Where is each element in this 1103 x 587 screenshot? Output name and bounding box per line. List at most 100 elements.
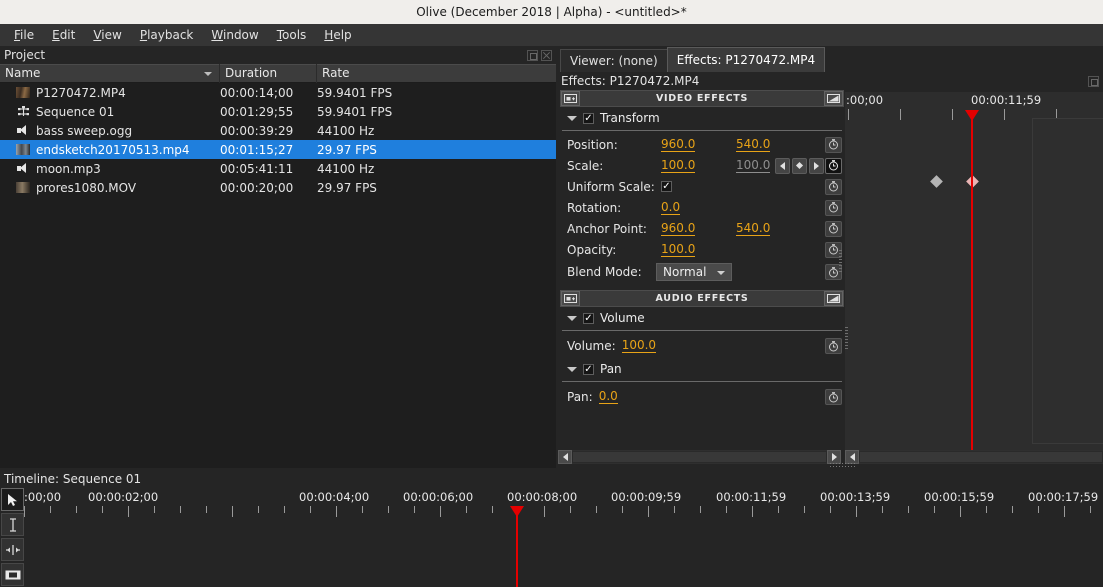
table-row[interactable]: prores1080.MOV 00:00:20;00 29.97 FPS — [0, 178, 556, 197]
volume-value[interactable]: 100.0 — [621, 339, 657, 353]
menu-playback[interactable]: Playback — [133, 26, 201, 45]
column-header-rate[interactable]: Rate — [317, 64, 556, 83]
slip-tool-icon[interactable] — [1, 563, 24, 586]
chevron-down-icon[interactable] — [567, 115, 577, 121]
scroll-left-icon[interactable] — [558, 450, 572, 464]
timeline-tick — [76, 506, 77, 513]
menu-window[interactable]: Window — [204, 26, 265, 45]
table-row[interactable]: Sequence 01 00:01:29;55 59.9401 FPS — [0, 102, 556, 121]
keyframe-timeline[interactable]: :00;00 00:00:11;59 — [845, 92, 1103, 454]
close-panel-icon[interactable] — [541, 49, 552, 61]
anchor-keyframe-stopwatch-icon[interactable] — [825, 220, 842, 237]
timeline-tick — [310, 506, 311, 513]
transform-enabled-checkbox[interactable]: ✓ — [583, 112, 594, 124]
effects-parameter-column: VIDEO EFFECTS ✓ Transform Position: 960.… — [560, 90, 844, 442]
pan-effect-header[interactable]: ✓ Pan — [560, 358, 844, 380]
column-header-duration[interactable]: Duration — [220, 64, 317, 83]
timeline-tick — [1012, 506, 1013, 513]
volume-effect-label: Volume — [600, 311, 645, 325]
position-keyframe-stopwatch-icon[interactable] — [825, 136, 842, 153]
uniform-scale-keyframe-stopwatch-icon[interactable] — [825, 178, 842, 195]
next-keyframe-icon[interactable] — [809, 157, 824, 174]
menu-help[interactable]: Help — [317, 26, 358, 45]
panel-resize-grip-horizontal[interactable] — [830, 463, 856, 467]
param-opacity: Opacity: 100.0 — [560, 239, 844, 260]
timeline-tick — [128, 506, 129, 517]
param-blend-mode: Blend Mode: Normal — [560, 260, 844, 284]
uniform-scale-checkbox[interactable]: ✓ — [661, 181, 672, 192]
window-title: Olive (December 2018 | Alpha) - <untitle… — [416, 5, 687, 19]
tab-viewer[interactable]: Viewer: (none) — [560, 49, 668, 72]
edit-text-tool-icon[interactable] — [1, 513, 24, 536]
timeline-tick — [284, 506, 285, 513]
volume-effect-header[interactable]: ✓ Volume — [560, 307, 844, 329]
add-keyframe-icon[interactable] — [792, 157, 807, 174]
tab-effects[interactable]: Effects: P1270472.MP4 — [666, 47, 826, 72]
table-row-selected[interactable]: endsketch20170513.mp4 00:01:15;27 29.97 … — [0, 140, 556, 159]
transform-effect-header[interactable]: ✓ Transform — [560, 107, 844, 129]
video-thumbnail-icon — [16, 182, 30, 193]
audio-effect-options-icon[interactable] — [824, 291, 843, 306]
float-panel-icon[interactable] — [527, 49, 538, 61]
timeline-tick — [362, 506, 363, 513]
video-effects-header: VIDEO EFFECTS — [560, 90, 844, 107]
pointer-tool-icon[interactable] — [1, 488, 24, 511]
previous-keyframe-icon[interactable] — [775, 157, 790, 174]
timeline-playhead[interactable] — [516, 514, 518, 587]
volume-enabled-checkbox[interactable]: ✓ — [583, 312, 594, 324]
chevron-down-icon[interactable] — [567, 366, 577, 372]
opacity-value[interactable]: 100.0 — [661, 242, 696, 257]
timeline-tick — [24, 506, 25, 517]
rotation-keyframe-stopwatch-icon[interactable] — [825, 199, 842, 216]
table-row[interactable]: P1270472.MP4 00:00:14;00 59.9401 FPS — [0, 83, 556, 102]
pan-enabled-checkbox[interactable]: ✓ — [583, 363, 594, 375]
timeline-tracks-area[interactable] — [24, 520, 1103, 587]
anchor-x-value[interactable]: 960.0 — [661, 221, 696, 236]
project-media-list[interactable]: P1270472.MP4 00:00:14;00 59.9401 FPS Seq… — [0, 83, 556, 468]
panel-resize-grip[interactable] — [845, 327, 848, 349]
table-row[interactable]: bass sweep.ogg 00:00:39:29 44100 Hz — [0, 121, 556, 140]
window-titlebar: Olive (December 2018 | Alpha) - <untitle… — [0, 0, 1103, 24]
pan-keyframe-stopwatch-icon[interactable] — [825, 389, 842, 405]
scroll-track[interactable] — [859, 451, 1103, 463]
position-y-value[interactable]: 540.0 — [736, 137, 771, 152]
table-row[interactable]: moon.mp3 00:05:41:11 44100 Hz — [0, 159, 556, 178]
blend-mode-dropdown[interactable]: Normal — [656, 263, 732, 281]
scroll-track[interactable] — [572, 451, 827, 463]
video-effect-options-icon[interactable] — [824, 91, 843, 106]
param-uniform-scale: Uniform Scale: ✓ — [560, 176, 844, 197]
menu-file[interactable]: File — [7, 26, 41, 45]
volume-keyframe-stopwatch-icon[interactable] — [825, 338, 842, 354]
timeline-tick — [466, 506, 467, 513]
keyframe-playhead[interactable] — [971, 118, 973, 454]
param-rotation: Rotation: 0.0 — [560, 197, 844, 218]
effects-hscrollbar[interactable] — [558, 450, 841, 464]
ripple-tool-icon[interactable] — [1, 538, 24, 561]
menu-edit[interactable]: Edit — [45, 26, 82, 45]
effects-panel-title: Effects: P1270472.MP4 — [556, 72, 1103, 90]
chevron-down-icon[interactable] — [567, 315, 577, 321]
add-video-effect-icon[interactable] — [561, 91, 580, 106]
anchor-y-value[interactable]: 540.0 — [736, 221, 771, 236]
add-audio-effect-icon[interactable] — [561, 291, 580, 306]
keyframe-clip-region[interactable] — [1032, 118, 1103, 444]
audio-speaker-icon — [16, 125, 30, 136]
keyframe-row-scale[interactable] — [845, 171, 1103, 192]
keyframe-hscrollbar[interactable] — [845, 450, 1103, 464]
position-x-value[interactable]: 960.0 — [661, 137, 696, 152]
float-panel-icon[interactable] — [1088, 75, 1099, 87]
scroll-right-icon[interactable] — [827, 450, 841, 464]
rotation-value[interactable]: 0.0 — [661, 200, 681, 215]
menu-tools[interactable]: Tools — [270, 26, 314, 45]
scale-keyframe-stopwatch-icon[interactable] — [825, 157, 842, 174]
video-thumbnail-icon — [16, 87, 30, 98]
scroll-left-icon[interactable] — [845, 450, 859, 464]
panel-resize-grip[interactable] — [839, 250, 842, 272]
timeline-ruler[interactable]: :00;00 00:00:02;00 00:00:04;00 00:00:06;… — [24, 488, 1103, 520]
keyframe-marker[interactable] — [930, 175, 943, 188]
scale-y-value[interactable]: 100.0 — [736, 158, 771, 173]
menu-view[interactable]: View — [86, 26, 128, 45]
column-header-name[interactable]: Name — [0, 64, 220, 83]
scale-x-value[interactable]: 100.0 — [661, 158, 696, 173]
pan-value[interactable]: 0.0 — [598, 390, 618, 404]
